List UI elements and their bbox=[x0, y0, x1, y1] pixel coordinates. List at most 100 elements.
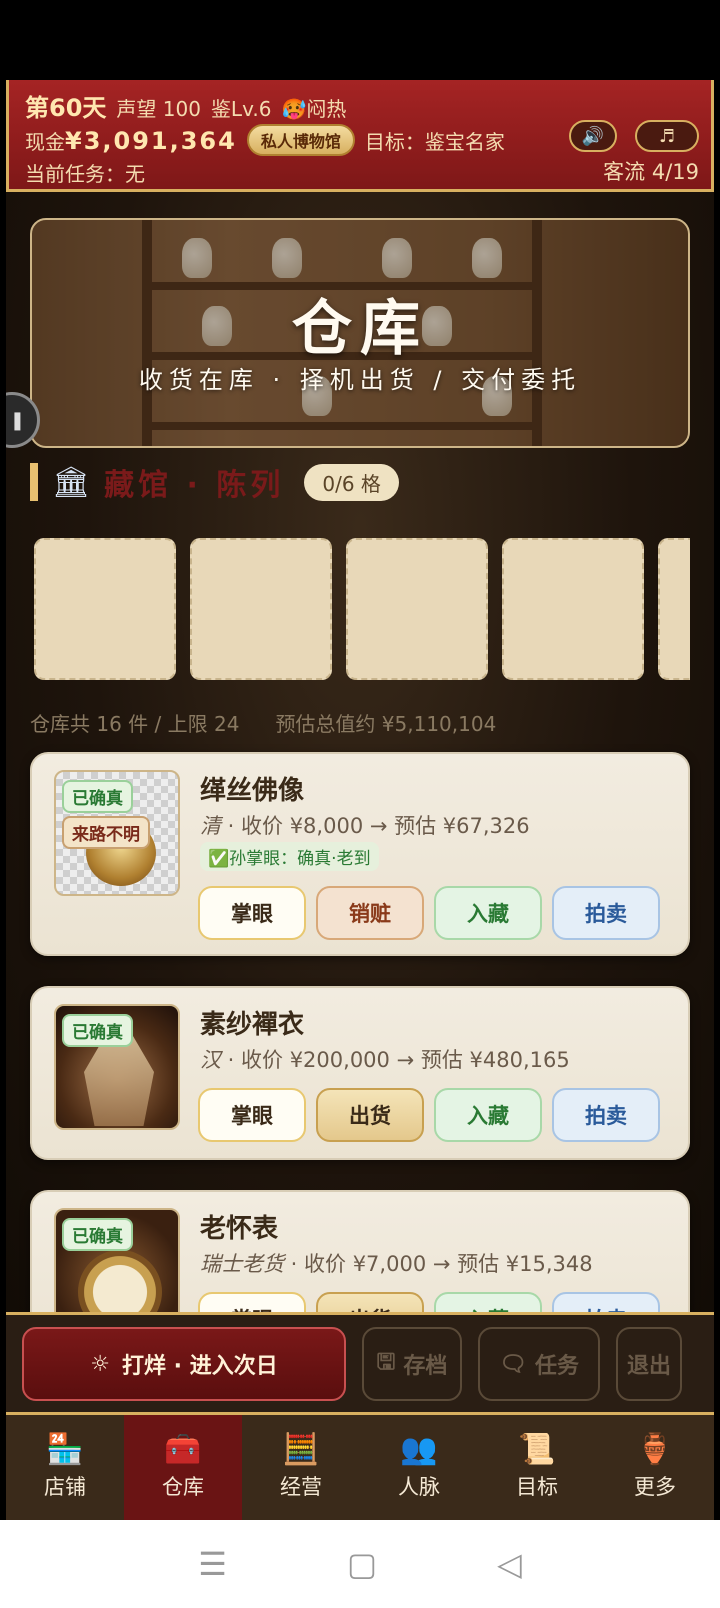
nav-goals[interactable]: 📜 目标 bbox=[478, 1415, 596, 1520]
item-actions: 掌眼 出货 入藏 拍卖 bbox=[198, 1292, 660, 1312]
back-icon[interactable]: ◁ bbox=[497, 1545, 522, 1583]
item-price-info: 瑞士老货 · 收价 ¥7,000 → 预估 ¥15,348 bbox=[200, 1248, 593, 1278]
nav-warehouse[interactable]: 🧰 仓库 bbox=[124, 1415, 242, 1520]
status-bar bbox=[0, 0, 720, 80]
add-to-collection-button[interactable]: 入藏 bbox=[434, 1088, 542, 1142]
nav-label: 经营 bbox=[280, 1474, 322, 1499]
item-name: 素纱襌衣 bbox=[200, 1010, 305, 1040]
shop-icon: 🏪 bbox=[46, 1431, 84, 1467]
next-day-label: 打烊 · 进入次日 bbox=[122, 1354, 278, 1379]
item-price-info: 汉 · 收价 ¥200,000 → 预估 ¥480,165 bbox=[200, 1044, 570, 1074]
section-accent-bar bbox=[30, 463, 38, 501]
auction-button[interactable]: 拍卖 bbox=[552, 886, 660, 940]
nav-contacts[interactable]: 👥 人脉 bbox=[360, 1415, 478, 1520]
cash-row: 现金¥3,091,364 私人博物馆 目标：鉴宝名家 bbox=[25, 124, 505, 156]
nav-label: 仓库 bbox=[162, 1474, 204, 1499]
auction-button[interactable]: 拍卖 bbox=[552, 1088, 660, 1142]
item-price: · 收价 ¥7,000 → 预估 ¥15,348 bbox=[284, 1252, 593, 1276]
inventory-item-card[interactable]: 已确真 来路不明 缂丝佛像 清 · 收价 ¥8,000 → 预估 ¥67,326… bbox=[30, 752, 690, 956]
cash-label: 现金 bbox=[25, 129, 65, 154]
system-nav-bar: ☰ ▢ ◁ bbox=[0, 1520, 720, 1608]
appraise-button[interactable]: 掌眼 bbox=[198, 886, 306, 940]
top-status-panel: 第60天 声望 100 鉴Lv.6 🥵闷热 现金¥3,091,364 私人博物馆… bbox=[6, 80, 714, 192]
item-era: 瑞士老货 bbox=[200, 1252, 284, 1276]
sun-icon: ☼ bbox=[90, 1351, 111, 1377]
save-button[interactable]: 🖫 存档 bbox=[362, 1327, 462, 1401]
home-icon[interactable]: ▢ bbox=[347, 1545, 377, 1583]
warehouse-banner: 仓库 收货在库 · 择机出货 / 交付委托 bbox=[30, 218, 690, 448]
item-price: · 收价 ¥200,000 → 预估 ¥480,165 bbox=[221, 1048, 570, 1072]
inventory-item-card[interactable]: 已确真 素纱襌衣 汉 · 收价 ¥200,000 → 预估 ¥480,165 掌… bbox=[30, 986, 690, 1160]
collection-section-header: 🏛 藏馆 · 陈列 0/6 格 bbox=[30, 462, 399, 503]
item-name: 缂丝佛像 bbox=[200, 776, 305, 806]
nav-label: 人脉 bbox=[398, 1474, 440, 1499]
nav-label: 目标 bbox=[516, 1474, 558, 1499]
display-slot[interactable] bbox=[190, 538, 332, 680]
save-icon: 🖫 bbox=[376, 1350, 396, 1375]
speaker-icon: 🔊 bbox=[581, 125, 605, 147]
music-toggle-button[interactable]: ♬ bbox=[635, 120, 699, 152]
warehouse-chest-icon: 🧰 bbox=[164, 1431, 202, 1467]
weather-label: 闷热 bbox=[306, 97, 347, 121]
chat-bubble-icon: 🗨 bbox=[499, 1351, 527, 1377]
nav-label: 店铺 bbox=[44, 1474, 86, 1499]
display-slots[interactable] bbox=[34, 538, 690, 682]
sell-button[interactable]: 出货 bbox=[316, 1292, 424, 1312]
visitor-count: 客流 4/19 bbox=[603, 160, 699, 184]
display-slot-count: 0/6 格 bbox=[304, 463, 399, 501]
pocket-watch-image bbox=[78, 1250, 162, 1312]
next-day-button[interactable]: ☼ 打烊 · 进入次日 bbox=[22, 1327, 346, 1401]
day-counter: 第60天 bbox=[25, 94, 107, 122]
goal-text: 目标：鉴宝名家 bbox=[364, 129, 505, 154]
appraisal-level: 鉴Lv.6 bbox=[210, 97, 272, 121]
storage-summary: 仓库共 16 件 / 上限 24 预估总值约 ¥5,110,104 bbox=[30, 708, 690, 737]
more-vase-icon: 🏺 bbox=[636, 1431, 674, 1467]
auction-button[interactable]: 拍卖 bbox=[552, 1292, 660, 1312]
scroll-icon: 📜 bbox=[518, 1431, 556, 1467]
item-thumbnail[interactable]: 已确真 bbox=[54, 1004, 180, 1130]
appraise-button[interactable]: 掌眼 bbox=[198, 1088, 306, 1142]
save-label: 存档 bbox=[403, 1354, 448, 1379]
cash-value: ¥3,091,364 bbox=[65, 126, 237, 155]
task-button[interactable]: 🗨 任务 bbox=[478, 1327, 600, 1401]
sound-toggle-button[interactable]: 🔊 bbox=[569, 120, 617, 152]
menu-icon[interactable]: ☰ bbox=[198, 1545, 227, 1583]
confirmed-tag: 已确真 bbox=[62, 780, 133, 813]
confirmed-tag: 已确真 bbox=[62, 1218, 133, 1251]
exit-button[interactable]: 退出 bbox=[616, 1327, 682, 1401]
nav-more[interactable]: 🏺 更多 bbox=[596, 1415, 714, 1520]
item-era: 汉 bbox=[200, 1048, 221, 1072]
appraisal-note: ✅孙掌眼：确真·老到 bbox=[200, 842, 379, 871]
display-slot[interactable] bbox=[658, 538, 690, 680]
people-icon: 👥 bbox=[400, 1431, 438, 1467]
hot-face-icon: 🥵 bbox=[281, 97, 307, 121]
add-to-collection-button[interactable]: 入藏 bbox=[434, 886, 542, 940]
abacus-icon: 🧮 bbox=[282, 1431, 320, 1467]
silk-robe-image bbox=[84, 1036, 154, 1126]
museum-icon: 🏛 bbox=[52, 464, 91, 500]
display-slot[interactable] bbox=[34, 538, 176, 680]
nav-label: 更多 bbox=[634, 1474, 676, 1499]
action-bar: ☼ 打烊 · 进入次日 🖫 存档 🗨 任务 退出 bbox=[6, 1312, 714, 1412]
display-slot[interactable] bbox=[346, 538, 488, 680]
item-thumbnail[interactable]: 已确真 来路不明 bbox=[54, 770, 180, 896]
bottom-nav: 🏪 店铺 🧰 仓库 🧮 经营 👥 人脉 📜 目标 🏺 更多 bbox=[6, 1412, 714, 1520]
inventory-item-card[interactable]: 已确真 老怀表 瑞士老货 · 收价 ¥7,000 → 预估 ¥15,348 掌眼… bbox=[30, 1190, 690, 1312]
item-thumbnail[interactable]: 已确真 bbox=[54, 1208, 180, 1312]
sell-button[interactable]: 出货 bbox=[316, 1088, 424, 1142]
stats-row: 第60天 声望 100 鉴Lv.6 🥵闷热 bbox=[25, 88, 346, 123]
private-museum-badge[interactable]: 私人博物馆 bbox=[246, 124, 355, 156]
page-subtitle: 收货在库 · 择机出货 / 交付委托 bbox=[138, 366, 582, 394]
add-to-collection-button[interactable]: 入藏 bbox=[434, 1292, 542, 1312]
fence-button[interactable]: 销赃 bbox=[316, 886, 424, 940]
item-price-info: 清 · 收价 ¥8,000 → 预估 ¥67,326 bbox=[200, 810, 530, 840]
appraise-button[interactable]: 掌眼 bbox=[198, 1292, 306, 1312]
task-label: 任务 bbox=[534, 1354, 579, 1379]
nav-business[interactable]: 🧮 经营 bbox=[242, 1415, 360, 1520]
current-task: 当前任务：无 bbox=[25, 162, 145, 186]
pause-icon: ❚❚ bbox=[6, 409, 25, 431]
collection-title: 藏馆 · 陈列 bbox=[104, 468, 285, 503]
reputation: 声望 100 bbox=[116, 97, 201, 121]
display-slot[interactable] bbox=[502, 538, 644, 680]
nav-shop[interactable]: 🏪 店铺 bbox=[6, 1415, 124, 1520]
